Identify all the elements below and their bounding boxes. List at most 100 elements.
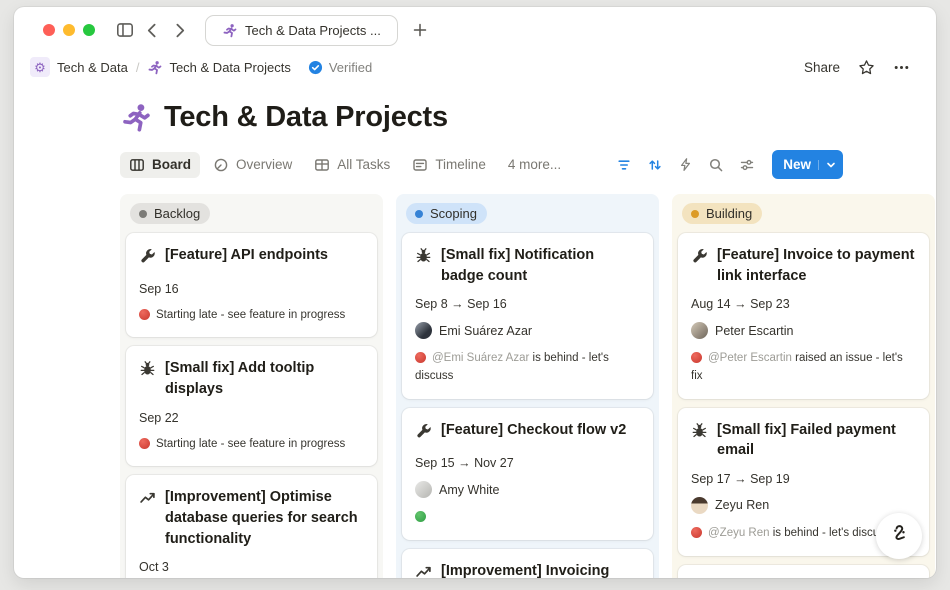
wrench-icon xyxy=(139,247,156,271)
view-tab-label: Overview xyxy=(236,157,292,172)
status-red-dot-icon xyxy=(139,309,150,320)
view-tab-4-more[interactable]: 4 more... xyxy=(499,152,570,177)
breadcrumb-bar: ⚙ Tech & Data / Tech & Data Projects Ver… xyxy=(14,49,936,85)
view-tab-overview[interactable]: Overview xyxy=(204,152,301,178)
card-title-row: [Feature] API endpoints xyxy=(139,245,364,271)
status-red-dot-icon xyxy=(691,352,702,363)
back-button[interactable] xyxy=(144,22,161,39)
task-card[interactable]: [Feature] Advanced settings on partial i… xyxy=(678,565,929,578)
column-status-pill[interactable]: Backlog xyxy=(130,203,210,224)
breadcrumb-page[interactable]: Tech & Data Projects xyxy=(169,60,290,75)
card-title: [Feature] Advanced settings on partial i… xyxy=(717,577,916,578)
status-text: Starting late - see feature in progress xyxy=(156,438,345,450)
card-date: Sep 17 → Sep 19 xyxy=(691,472,916,486)
zoom-window-button[interactable] xyxy=(83,24,95,36)
view-tab-label: Board xyxy=(152,157,191,172)
favorite-star-icon[interactable] xyxy=(858,59,875,76)
minimize-window-button[interactable] xyxy=(63,24,75,36)
chart-icon xyxy=(415,563,432,578)
toolbar-actions: New xyxy=(616,150,843,179)
view-tab-timeline[interactable]: Timeline xyxy=(403,152,495,178)
new-tab-button[interactable] xyxy=(412,22,428,38)
search-icon[interactable] xyxy=(708,157,724,173)
task-card[interactable]: [Improvement] Optimise database queries … xyxy=(126,475,377,578)
avatar xyxy=(415,322,432,339)
column-status-pill[interactable]: Scoping xyxy=(406,203,487,224)
card-title-row: [Improvement] Optimise database queries … xyxy=(139,487,364,549)
task-card[interactable]: [Small fix] Notification badge count Sep … xyxy=(402,233,653,399)
breadcrumb-separator: / xyxy=(135,60,141,75)
card-title-row: [Small fix] Add tooltip displays xyxy=(139,358,364,399)
card-title-row: [Small fix] Failed payment email xyxy=(691,420,916,461)
avatar xyxy=(691,322,708,339)
chart-icon xyxy=(139,489,156,549)
topbar-actions: Share xyxy=(804,59,910,76)
traffic-lights xyxy=(43,24,95,36)
chevron-down-icon[interactable] xyxy=(818,160,836,170)
status-mention[interactable]: @Zeyu Ren xyxy=(708,527,770,539)
board-column-backlog: Backlog [Feature] API endpointsSep 16Star… xyxy=(120,194,383,578)
status-mention[interactable]: @Emi Suárez Azar xyxy=(432,352,529,364)
view-tab-board[interactable]: Board xyxy=(120,152,200,178)
more-options-icon[interactable] xyxy=(893,59,910,76)
tune-icon[interactable] xyxy=(739,157,755,173)
view-tab-label: Timeline xyxy=(435,157,486,172)
avatar xyxy=(415,481,432,498)
card-status: Starting late - see feature in progress xyxy=(139,307,364,325)
avatar xyxy=(691,497,708,514)
card-list: [Small fix] Notification badge count Sep … xyxy=(402,233,653,578)
column-status-pill[interactable]: Building xyxy=(682,203,762,224)
status-red-dot-icon xyxy=(139,438,150,449)
sort-icon[interactable] xyxy=(647,157,663,173)
overview-icon xyxy=(213,157,229,173)
browser-tab[interactable]: Tech & Data Projects ... xyxy=(205,15,398,46)
task-card[interactable]: [Feature] Invoice to payment link interf… xyxy=(678,233,929,399)
breadcrumb-workspace[interactable]: Tech & Data xyxy=(57,60,128,75)
view-tab-all-tasks[interactable]: All Tasks xyxy=(305,152,399,178)
kanban-board: Backlog [Feature] API endpointsSep 16Star… xyxy=(120,194,936,578)
views-toolbar: Board Overview All Tasks Timeline 4 more... xyxy=(120,150,843,179)
card-date: Aug 14 → Sep 23 xyxy=(691,297,916,311)
card-title-row: [Feature] Advanced settings on partial i… xyxy=(691,577,916,578)
new-button[interactable]: New xyxy=(772,150,843,179)
verified-badge: Verified xyxy=(308,60,372,75)
column-name: Building xyxy=(706,206,752,221)
share-button[interactable]: Share xyxy=(804,60,840,75)
timeline-icon xyxy=(412,157,428,173)
wrench-icon xyxy=(415,422,432,446)
card-date: Sep 15 → Nov 27 xyxy=(415,456,640,470)
card-title: [Small fix] Add tooltip displays xyxy=(165,358,364,399)
card-status xyxy=(415,509,640,527)
runner-icon xyxy=(222,23,237,38)
task-card[interactable]: [Feature] API endpointsSep 16Starting la… xyxy=(126,233,377,337)
filter-icon[interactable] xyxy=(616,157,632,173)
sidebar-toggle-icon[interactable] xyxy=(116,21,134,39)
status-mention[interactable]: @Peter Escartin xyxy=(708,352,792,364)
task-card[interactable]: [Improvement] Invoicing side panelSep 15… xyxy=(402,549,653,578)
verified-seal-icon xyxy=(308,60,323,75)
card-status: Starting late - see feature in progress xyxy=(139,436,364,454)
task-card[interactable]: [Small fix] Add tooltip displaysSep 22St… xyxy=(126,346,377,466)
page-header: Tech & Data Projects xyxy=(120,101,936,134)
card-title: [Improvement] Invoicing side panel xyxy=(441,561,640,578)
card-assignee: Emi Suárez Azar xyxy=(415,322,640,339)
window-tab-bar: Tech & Data Projects ... xyxy=(14,7,936,49)
assignee-name: Peter Escartin xyxy=(715,324,794,338)
board-column-scoping: Scoping [Small fix] Notification badge co… xyxy=(396,194,659,578)
task-card[interactable]: [Feature] Checkout flow v2 Sep 15 → Nov 2… xyxy=(402,408,653,540)
verified-label: Verified xyxy=(329,60,372,75)
runner-icon[interactable] xyxy=(120,102,151,133)
card-title-row: [Feature] Invoice to payment link interf… xyxy=(691,245,916,286)
forward-button[interactable] xyxy=(171,22,188,39)
bug-icon xyxy=(415,247,432,286)
gear-icon[interactable]: ⚙ xyxy=(30,57,50,77)
bolt-icon[interactable] xyxy=(678,157,693,172)
close-window-button[interactable] xyxy=(43,24,55,36)
card-assignee: Zeyu Ren xyxy=(691,497,916,514)
card-title-row: [Small fix] Notification badge count xyxy=(415,245,640,286)
card-title: [Feature] Checkout flow v2 xyxy=(441,420,626,446)
card-date: Sep 8 → Sep 16 xyxy=(415,297,640,311)
runner-icon xyxy=(147,60,162,75)
table-icon xyxy=(314,157,330,173)
floating-action-button[interactable] xyxy=(876,513,922,559)
